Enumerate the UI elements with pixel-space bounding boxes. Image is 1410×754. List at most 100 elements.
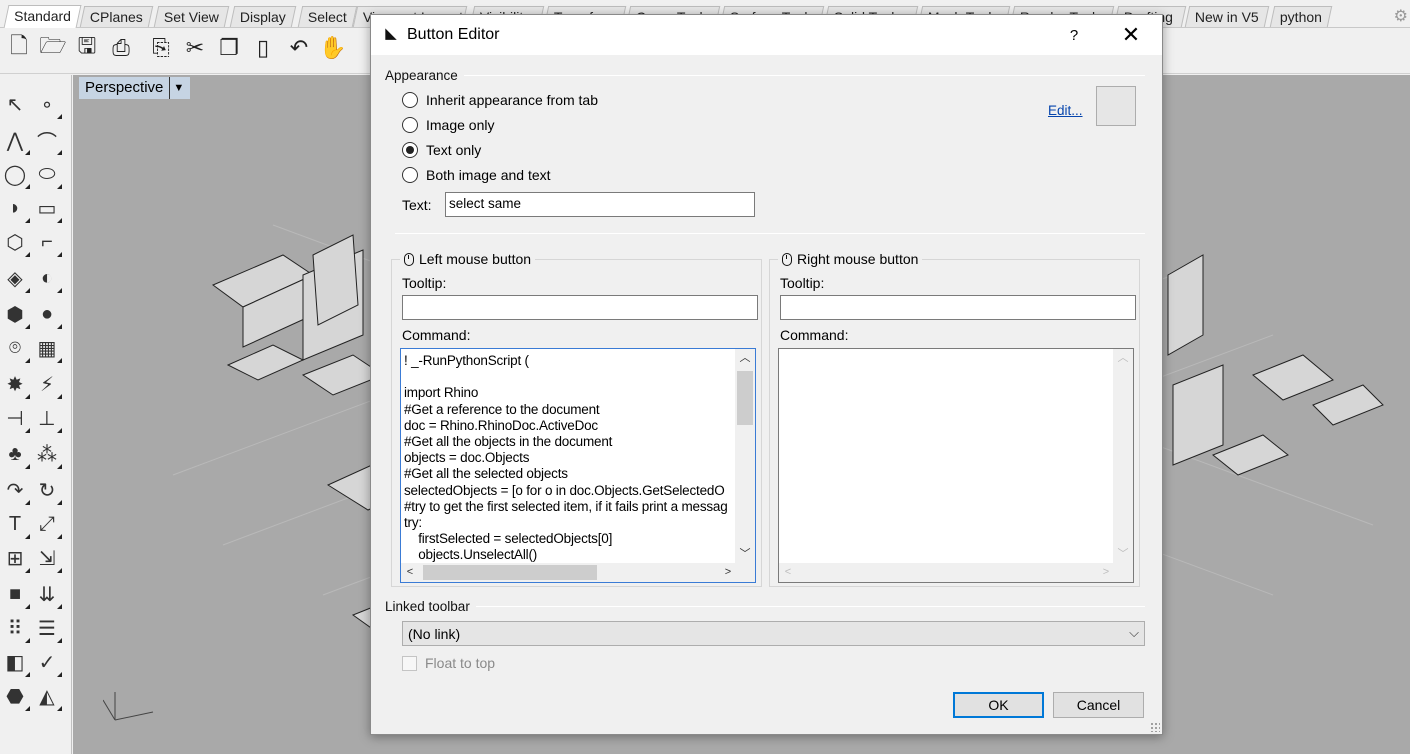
right-mouse-group-label: Right mouse button	[778, 251, 923, 267]
tab-label: Select	[307, 9, 347, 25]
tab-standard[interactable]: Standard	[3, 5, 82, 28]
render-icon[interactable]: ⬣	[0, 681, 30, 711]
cancel-button[interactable]: Cancel	[1053, 692, 1144, 718]
horizontal-scrollbar[interactable]: < >	[401, 563, 737, 582]
text-icon[interactable]: T	[0, 509, 30, 539]
split-icon[interactable]: ⚡	[32, 369, 62, 399]
extend-icon[interactable]: ⊥	[32, 403, 62, 433]
group-icon[interactable]: ♣	[0, 439, 30, 469]
radio-inherit-appearance[interactable]: Inherit appearance from tab	[402, 90, 598, 110]
curve-icon[interactable]: ⌒	[32, 125, 62, 155]
save-icon[interactable]: 🖫	[72, 33, 102, 63]
radio-button[interactable]	[402, 117, 418, 133]
radio-image-only[interactable]: Image only	[402, 115, 494, 135]
scroll-thumb[interactable]	[737, 371, 753, 425]
right-tooltip-label: Tooltip:	[780, 275, 825, 291]
light-icon[interactable]: ◭	[32, 681, 62, 711]
resize-grip[interactable]	[1150, 722, 1160, 732]
solid-box-icon[interactable]: ■	[0, 579, 30, 609]
left-mouse-label: Left mouse button	[419, 251, 532, 267]
left-tool-palette: ↖ ∘ ⋀ ⌒ ◯ ⬭ ◗ ▭ ⬡ ⌐ ◈ ◐ ⬢ ● ⌾ ▦ ✸ ⚡ ⊣ ⊥ …	[0, 75, 72, 754]
tab-select[interactable]: Select	[297, 6, 358, 27]
tab-python[interactable]: python	[1269, 6, 1333, 27]
polygon-icon[interactable]: ⬡	[0, 227, 30, 257]
check-icon[interactable]: ✓	[32, 647, 62, 677]
rectangle-icon[interactable]: ▭	[32, 193, 62, 223]
array-icon[interactable]: ⊞	[0, 543, 30, 573]
radio-button[interactable]	[402, 167, 418, 183]
explode-icon[interactable]: ✸	[0, 369, 30, 399]
dimension-icon[interactable]: ⇊	[32, 579, 62, 609]
tab-display[interactable]: Display	[229, 6, 297, 27]
scroll-left-icon[interactable]: <	[779, 563, 797, 582]
gear-icon[interactable]: ⚙	[1394, 6, 1408, 26]
mesh-icon[interactable]: ▦	[32, 333, 62, 363]
scroll-left-icon[interactable]: <	[401, 563, 419, 582]
copy-icon[interactable]: ❐	[214, 33, 244, 63]
scroll-corner	[1113, 563, 1133, 582]
undo-icon[interactable]: ↶	[284, 33, 314, 63]
print-icon[interactable]: ⎙	[106, 33, 136, 63]
dropdown-arrow-icon[interactable]: ▼	[169, 77, 184, 99]
left-command-text[interactable]: ! _-RunPythonScript ( import Rhino #Get …	[404, 353, 734, 563]
tab-set-view[interactable]: Set View	[153, 6, 230, 27]
select-arrow-icon[interactable]: ↖	[0, 89, 30, 119]
right-command-textarea[interactable]: ︿ ﹀ < >	[778, 348, 1134, 583]
box-icon[interactable]: ⬢	[0, 299, 30, 329]
tab-new-in-v5[interactable]: New in V5	[1184, 6, 1270, 27]
left-tooltip-input[interactable]	[402, 295, 758, 320]
rotate-icon[interactable]: ↷	[0, 475, 30, 505]
ellipse-icon[interactable]: ⬭	[32, 159, 62, 189]
polyline-icon[interactable]: ⋀	[0, 125, 30, 155]
circle-icon[interactable]: ◯	[0, 159, 30, 189]
radio-text-only[interactable]: Text only	[402, 140, 481, 160]
pan-hand-icon[interactable]: ✋	[318, 33, 348, 63]
surface-icon[interactable]: ◈	[0, 263, 30, 293]
radio-button-selected[interactable]	[402, 142, 418, 158]
viewport-title[interactable]: Perspective ▼	[79, 77, 191, 99]
radio-label: Image only	[426, 117, 495, 133]
rotate-3d-icon[interactable]: ↻	[32, 475, 62, 505]
fillet-icon[interactable]: ⌐	[32, 227, 62, 257]
scroll-down-icon[interactable]: ﹀	[1113, 545, 1133, 563]
radio-button[interactable]	[402, 92, 418, 108]
point-icon[interactable]: ∘	[32, 89, 62, 119]
scroll-thumb[interactable]	[423, 565, 597, 580]
orient-icon[interactable]: ⇲	[32, 543, 62, 573]
export-icon[interactable]: ⎘	[146, 33, 176, 63]
vertical-scrollbar[interactable]: ︿ ﹀	[1113, 349, 1133, 563]
scroll-down-icon[interactable]: ﹀	[735, 545, 755, 563]
float-to-top-label: Float to top	[425, 655, 496, 671]
loft-icon[interactable]: ◐	[32, 263, 62, 293]
scroll-up-icon[interactable]: ︿	[1113, 349, 1133, 367]
new-file-icon[interactable]: 🗋	[4, 33, 34, 63]
arc-icon[interactable]: ◗	[0, 193, 30, 223]
vertical-scrollbar[interactable]: ︿ ﹀	[735, 349, 755, 563]
left-command-textarea[interactable]: ! _-RunPythonScript ( import Rhino #Get …	[400, 348, 756, 583]
open-folder-icon[interactable]: 🗁	[38, 33, 68, 63]
section-separator	[395, 233, 1145, 234]
tab-cplanes[interactable]: CPlanes	[79, 6, 154, 27]
linked-toolbar-select[interactable]: (No link) ⌵	[402, 621, 1145, 646]
button-text-input[interactable]: select same	[445, 192, 755, 217]
ok-button[interactable]: OK	[953, 692, 1044, 718]
radio-image-and-text[interactable]: Both image and text	[402, 165, 551, 185]
paste-icon[interactable]: ▯	[248, 33, 278, 63]
cylinder-icon[interactable]: ⌾	[0, 333, 30, 363]
layer-icon[interactable]: ☰	[32, 613, 62, 643]
trim-icon[interactable]: ⊣	[0, 403, 30, 433]
close-button[interactable]: ✕	[1116, 22, 1146, 48]
cut-icon[interactable]: ✂	[180, 33, 210, 63]
points-on-icon[interactable]: ⁂	[32, 439, 62, 469]
boolean-icon[interactable]: ●	[32, 299, 62, 329]
horizontal-scrollbar[interactable]: < >	[779, 563, 1115, 582]
grid-array-icon[interactable]: ⠿	[0, 613, 30, 643]
help-button[interactable]: ?	[1059, 24, 1089, 48]
right-tooltip-input[interactable]	[780, 295, 1136, 320]
right-command-text[interactable]	[782, 353, 1112, 563]
button-image-preview[interactable]	[1096, 86, 1136, 126]
scroll-up-icon[interactable]: ︿	[735, 349, 755, 367]
shear-icon[interactable]: ◧	[0, 647, 30, 677]
edit-image-link[interactable]: Edit...	[1048, 103, 1083, 118]
scale-icon[interactable]: ⤢	[32, 509, 62, 539]
